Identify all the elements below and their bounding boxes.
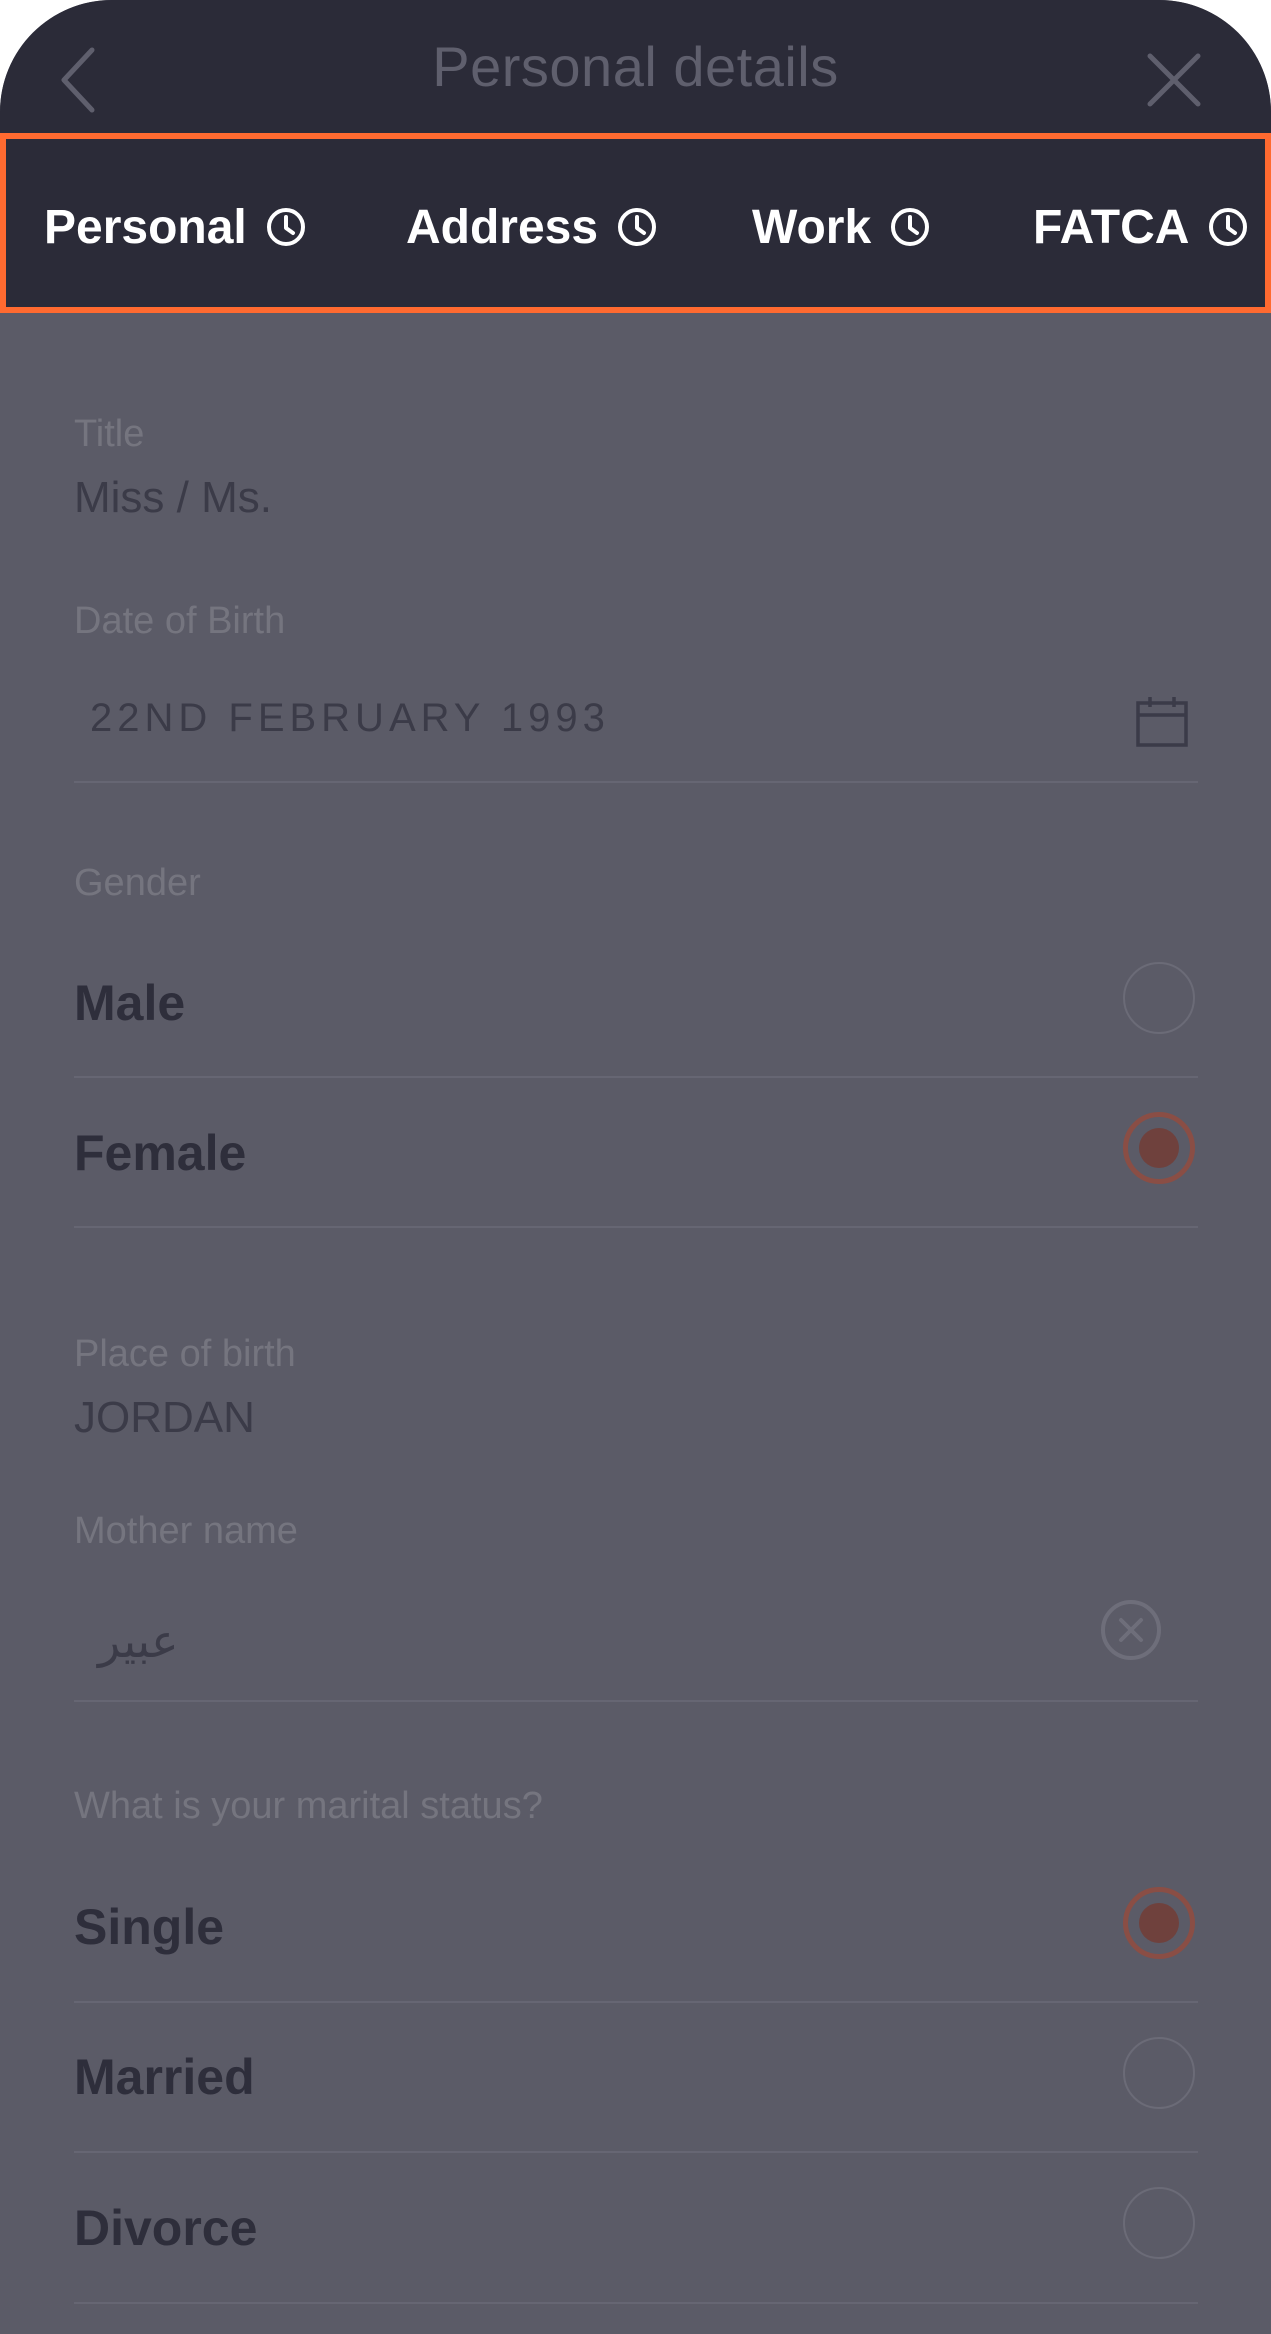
close-icon [1147, 53, 1201, 107]
title-label: Title [74, 413, 145, 455]
marital-status-label: What is your marital status? [74, 1785, 543, 1827]
clock-icon [1209, 208, 1248, 246]
radio-female-selected[interactable] [1123, 1112, 1195, 1184]
place-of-birth-label: Place of birth [74, 1333, 296, 1375]
tab-label: FATCA [1033, 200, 1190, 254]
tab-label: Personal [44, 200, 247, 254]
divider [74, 2001, 1198, 2003]
radio-married[interactable] [1123, 2037, 1195, 2109]
header-bar: Personal details [0, 0, 1271, 133]
divider [74, 2302, 1198, 2304]
radio-single-selected[interactable] [1123, 1887, 1195, 1959]
place-of-birth-value[interactable]: JORDAN [74, 1393, 255, 1443]
marital-option-divorce[interactable]: Divorce [74, 2199, 257, 2257]
tab-address[interactable]: Address [406, 197, 658, 257]
dob-field[interactable]: 22ND FEBRUARY 1993 [90, 696, 610, 741]
tab-label: Address [406, 200, 599, 254]
screen: Personal details Personal Address Work F… [0, 0, 1271, 2334]
marital-option-married[interactable]: Married [74, 2048, 255, 2106]
radio-male[interactable] [1123, 962, 1195, 1034]
clock-icon [891, 208, 930, 246]
marital-option-single[interactable]: Single [74, 1898, 224, 1956]
step-tabs: Personal Address Work FATCA [0, 133, 1271, 313]
divider [74, 2151, 1198, 2153]
gender-label: Gender [74, 862, 201, 904]
form-content: Title Miss / Ms. Date of Birth 22ND FEBR… [0, 313, 1271, 2334]
tab-work[interactable]: Work [752, 197, 931, 257]
clock-icon [266, 208, 305, 246]
divider [74, 781, 1198, 783]
tab-fatca[interactable]: FATCA [1033, 197, 1249, 257]
dob-label: Date of Birth [74, 600, 286, 642]
radio-divorce[interactable] [1123, 2187, 1195, 2259]
title-value[interactable]: Miss / Ms. [74, 473, 272, 523]
tab-label: Work [752, 200, 872, 254]
divider [74, 1076, 1198, 1078]
calendar-icon[interactable] [1135, 695, 1189, 749]
gender-option-female[interactable]: Female [74, 1124, 246, 1182]
page-title: Personal details [432, 35, 839, 98]
gender-option-male[interactable]: Male [74, 974, 185, 1032]
tab-personal[interactable]: Personal [44, 197, 307, 257]
clock-icon [618, 208, 657, 246]
mother-name-input[interactable]: عبير [98, 1614, 179, 1668]
mother-name-label: Mother name [74, 1510, 298, 1552]
divider [74, 1700, 1198, 1702]
clear-circle-icon[interactable] [1099, 1598, 1163, 1662]
divider [74, 1226, 1198, 1228]
close-button[interactable] [1142, 48, 1206, 112]
